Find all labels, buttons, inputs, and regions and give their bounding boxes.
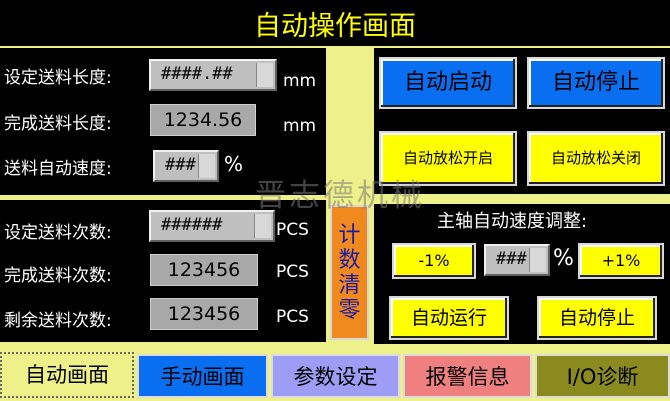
release-close-button[interactable]: 自动放松关闭 [527, 131, 665, 186]
spindle-title: 主轴自动速度调整: [437, 211, 588, 232]
set-count-value: ###### [161, 215, 223, 235]
speed-input[interactable]: ### [153, 150, 219, 182]
remain-count-display: 123456 [150, 298, 258, 330]
release-open-button[interactable]: 自动放松开启 [379, 131, 517, 186]
spindle-plus-button[interactable]: +1% [578, 243, 664, 279]
spindle-unit: % [553, 246, 574, 271]
done-length-unit: mm [283, 116, 317, 136]
done-count-label: 完成送料次数: [4, 266, 112, 286]
auto-run-button[interactable]: 自动运行 [389, 296, 509, 340]
spindle-speed-value: ### [496, 249, 527, 269]
set-length-label: 设定送料长度: [4, 68, 112, 88]
set-length-value: ####.## [161, 64, 233, 84]
speed-label: 送料自动速度: [4, 159, 112, 179]
tab-manual[interactable]: 手动画面 [137, 354, 268, 398]
spindle-stop-button[interactable]: 自动停止 [537, 296, 657, 340]
input-scroll-knob [254, 214, 271, 238]
done-count-display: 123456 [150, 254, 258, 286]
input-scroll-knob [529, 248, 546, 272]
spindle-speed-input[interactable]: ### [484, 244, 550, 276]
count-clear-button[interactable]: 计数清零 [330, 205, 369, 340]
set-count-input[interactable]: ###### [149, 210, 275, 242]
tab-io-diagnostics[interactable]: I/O诊断 [535, 354, 670, 398]
page-title: 自动操作画面 [254, 11, 416, 42]
tab-parameters[interactable]: 参数设定 [271, 354, 400, 398]
remain-count-label: 剩余送料次数: [4, 311, 112, 331]
set-length-unit: mm [283, 71, 317, 91]
input-scroll-knob [256, 63, 273, 87]
tab-alarms[interactable]: 报警信息 [403, 354, 532, 398]
done-count-unit: PCS [276, 262, 309, 282]
input-scroll-knob [198, 154, 215, 178]
set-count-label: 设定送料次数: [4, 223, 112, 243]
speed-unit: % [224, 152, 244, 176]
tab-auto[interactable]: 自动画面 [0, 352, 134, 398]
speed-value: ### [165, 155, 196, 175]
set-length-input[interactable]: ####.## [149, 59, 277, 91]
done-length-label: 完成送料长度: [4, 114, 112, 134]
spindle-minus-button[interactable]: -1% [392, 243, 476, 279]
set-count-unit: PCS [276, 220, 309, 240]
auto-start-button[interactable]: 自动启动 [379, 57, 517, 109]
remain-count-unit: PCS [276, 307, 309, 327]
done-length-display: 1234.56 [150, 104, 256, 136]
auto-stop-button[interactable]: 自动停止 [527, 57, 665, 109]
